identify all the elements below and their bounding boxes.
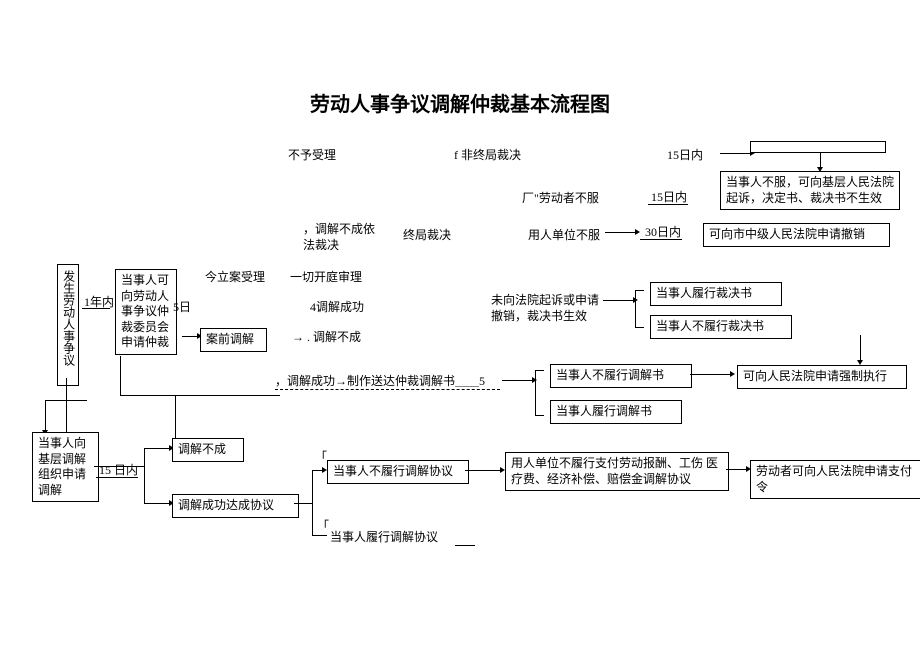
connector	[144, 503, 169, 504]
box-mediate-success-agree: 调解成功达成协议	[172, 494, 299, 518]
label-mediate-success-4: 4调解成功	[310, 300, 364, 316]
box-mediate-fail: 调解不成	[172, 438, 244, 462]
connector	[45, 400, 46, 430]
box-not-perform-ruling: 当事人不履行裁决书	[650, 315, 792, 339]
box-disagree-basic: 当事人不服，可向基层人民法院 起诉，决定书、裁决书不生效	[720, 171, 900, 210]
label-accept-case: 今立案受理	[205, 270, 265, 286]
connector	[726, 469, 746, 470]
box-not-perform-agree: 当事人不履行调解协议	[327, 460, 469, 484]
connector	[312, 470, 322, 471]
connector	[605, 232, 635, 233]
connector	[144, 448, 145, 504]
label-15d-a: 15日内	[667, 148, 703, 164]
underline	[640, 239, 682, 240]
connector	[182, 336, 197, 337]
dashed	[275, 389, 500, 390]
connector	[45, 400, 87, 401]
box-apply-revoke: 可向市中级人民法院申请撤销	[703, 223, 890, 247]
label-reject: 不予受理	[288, 148, 336, 164]
box-apply-mediate: 当事人向 基层调解 组织申请 调解	[32, 432, 99, 502]
box-force-execute: 可向人民法院申请强制执行	[737, 365, 907, 389]
line	[455, 545, 475, 546]
connector	[502, 380, 532, 381]
box-perform-agree: 当事人履行调解协议	[330, 530, 438, 546]
page-title: 劳动人事争议调解仲裁基本流程图	[0, 88, 920, 117]
box-dispute-happen: 发生劳动人事争议	[57, 264, 79, 386]
underline	[96, 477, 138, 478]
connector	[120, 395, 280, 396]
bracket	[635, 290, 636, 328]
label-worker-unsatisfied: 厂"劳动者不服	[522, 191, 599, 207]
connector	[690, 374, 730, 375]
label-employer-unsatisfied: 用人单位不服	[528, 228, 600, 244]
label-no-sue: 未向法院起诉或申请 撤销，裁决书生效	[491, 293, 599, 324]
connector	[294, 503, 312, 504]
label-bracket: 「	[315, 450, 327, 466]
connector	[603, 300, 633, 301]
box-apply-arbitration: 当事人可 向劳动人 事争议仲 裁委员会 申请仲裁	[115, 269, 177, 355]
box-pre-mediate: 案前调解	[200, 328, 267, 352]
underline	[82, 308, 110, 309]
label-mediate-fail-arrow: → . 调解不成	[292, 330, 361, 346]
connector	[465, 470, 500, 471]
box-perform-ruling: 当事人履行裁决书	[650, 282, 782, 306]
connector	[820, 153, 821, 167]
connector	[175, 395, 176, 438]
label-final-ruling: 终局裁决	[403, 228, 451, 244]
box-empty-small	[750, 141, 886, 153]
label-mediate-fail-law: ，调解不成依 法裁决	[303, 222, 375, 253]
box-not-perform-mediate-doc: 当事人不履行调解书	[550, 364, 692, 388]
bracket	[535, 370, 536, 416]
box-pay-order: 劳动者可向人民法院申请支付令	[750, 460, 920, 499]
box-perform-mediate-doc: 当事人履行调解书	[550, 400, 682, 424]
connector	[94, 466, 144, 467]
box-employer-not-pay: 用人单位不履行支付劳动报酬、工伤 医疗费、经济补偿、赔偿金调解协议	[505, 452, 729, 491]
connector	[720, 153, 750, 154]
connector	[312, 470, 313, 536]
connector	[144, 448, 169, 449]
underline	[648, 204, 688, 205]
label-nonfinal: f 非终局裁决	[454, 148, 521, 164]
label-5d: 5日	[173, 300, 191, 316]
label-bracket-2: 「	[317, 519, 329, 535]
connector	[312, 535, 327, 536]
connector	[120, 356, 121, 396]
connector	[860, 335, 861, 360]
label-hearing: 一切开庭审理	[290, 270, 362, 286]
label-mediate-success-make: ，调解成功→制作送达仲裁调解书＿＿5	[275, 374, 485, 390]
